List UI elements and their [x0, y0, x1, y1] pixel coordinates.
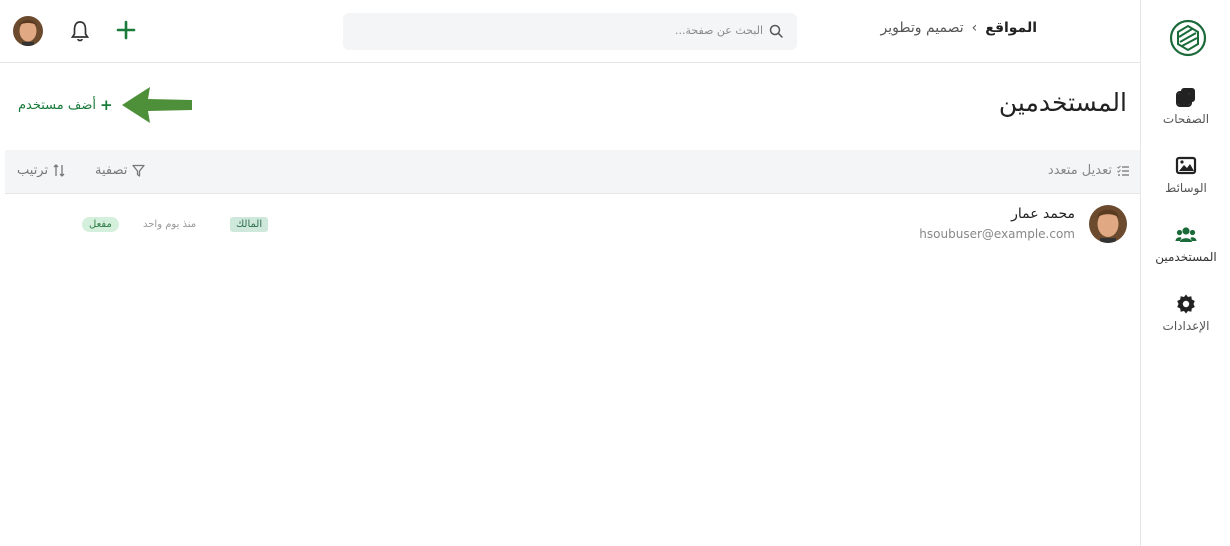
breadcrumb-current[interactable]: تصميم وتطوير [881, 20, 964, 36]
user-email: hsoubuser@example.com [919, 227, 1075, 241]
breadcrumb-separator: › [971, 20, 978, 36]
users-icon [1175, 227, 1197, 242]
settings-icon [1177, 294, 1195, 314]
bulk-edit-label: تعديل متعدد [1047, 163, 1112, 178]
add-user-label: أضف مستخدم [18, 97, 96, 113]
arrow-annotation [122, 87, 192, 123]
search-input[interactable]: البحث عن صفحة... [343, 13, 797, 50]
created-since: منذ يوم واحد [143, 219, 197, 230]
role-badge: المالك [230, 217, 269, 232]
sidebar-item-label: الوسائط [1165, 181, 1207, 195]
top-bar: البحث عن صفحة... المواقع › تصميم وتطوير [0, 0, 1140, 63]
users-toolbar: تعديل متعدد تصفية ترتيب [5, 150, 1140, 194]
avatar[interactable] [13, 16, 43, 46]
sort-button[interactable]: ترتيب [17, 163, 65, 178]
search-placeholder: البحث عن صفحة... [675, 24, 763, 37]
sort-label: ترتيب [17, 163, 49, 178]
filter-icon [132, 164, 146, 177]
filter-label: تصفية [95, 163, 128, 178]
sidebar-item-users[interactable]: المستخدمين [1141, 224, 1230, 264]
status-badge: مفعل [82, 217, 119, 232]
pages-icon [1176, 88, 1195, 107]
avatar [1089, 205, 1127, 243]
logo-icon[interactable] [1168, 18, 1208, 58]
sidebar-item-label: الإعدادات [1162, 319, 1210, 333]
breadcrumb: المواقع › تصميم وتطوير [881, 20, 1037, 36]
sort-icon [53, 164, 65, 177]
media-icon [1175, 156, 1197, 175]
bell-icon[interactable] [70, 20, 90, 42]
sidebar-item-settings[interactable]: الإعدادات [1141, 293, 1230, 333]
sidebar-item-media[interactable]: الوسائط [1141, 155, 1230, 195]
add-icon[interactable] [114, 18, 138, 42]
sidebar: الصفحات الوسائط المستخدمين الإعدادات [1140, 0, 1230, 546]
avatar-image [13, 16, 43, 46]
plus-icon: + [100, 96, 113, 114]
user-name: محمد عمار [1011, 206, 1075, 222]
sidebar-item-label: المستخدمين [1155, 250, 1217, 264]
page-title: المستخدمين [998, 88, 1127, 117]
sidebar-item-label: الصفحات [1162, 112, 1210, 126]
avatar-image [1089, 205, 1127, 243]
sidebar-item-pages[interactable]: الصفحات [1141, 86, 1230, 126]
list-check-icon [1117, 165, 1129, 176]
breadcrumb-root[interactable]: المواقع [985, 20, 1037, 36]
search-icon [769, 24, 783, 38]
add-user-button[interactable]: + أضف مستخدم [18, 96, 113, 114]
table-row[interactable]: محمد عمار hsoubuser@example.com المالك م… [5, 196, 1140, 254]
filter-button[interactable]: تصفية [95, 163, 146, 178]
bulk-edit-button[interactable]: تعديل متعدد [1048, 163, 1130, 178]
